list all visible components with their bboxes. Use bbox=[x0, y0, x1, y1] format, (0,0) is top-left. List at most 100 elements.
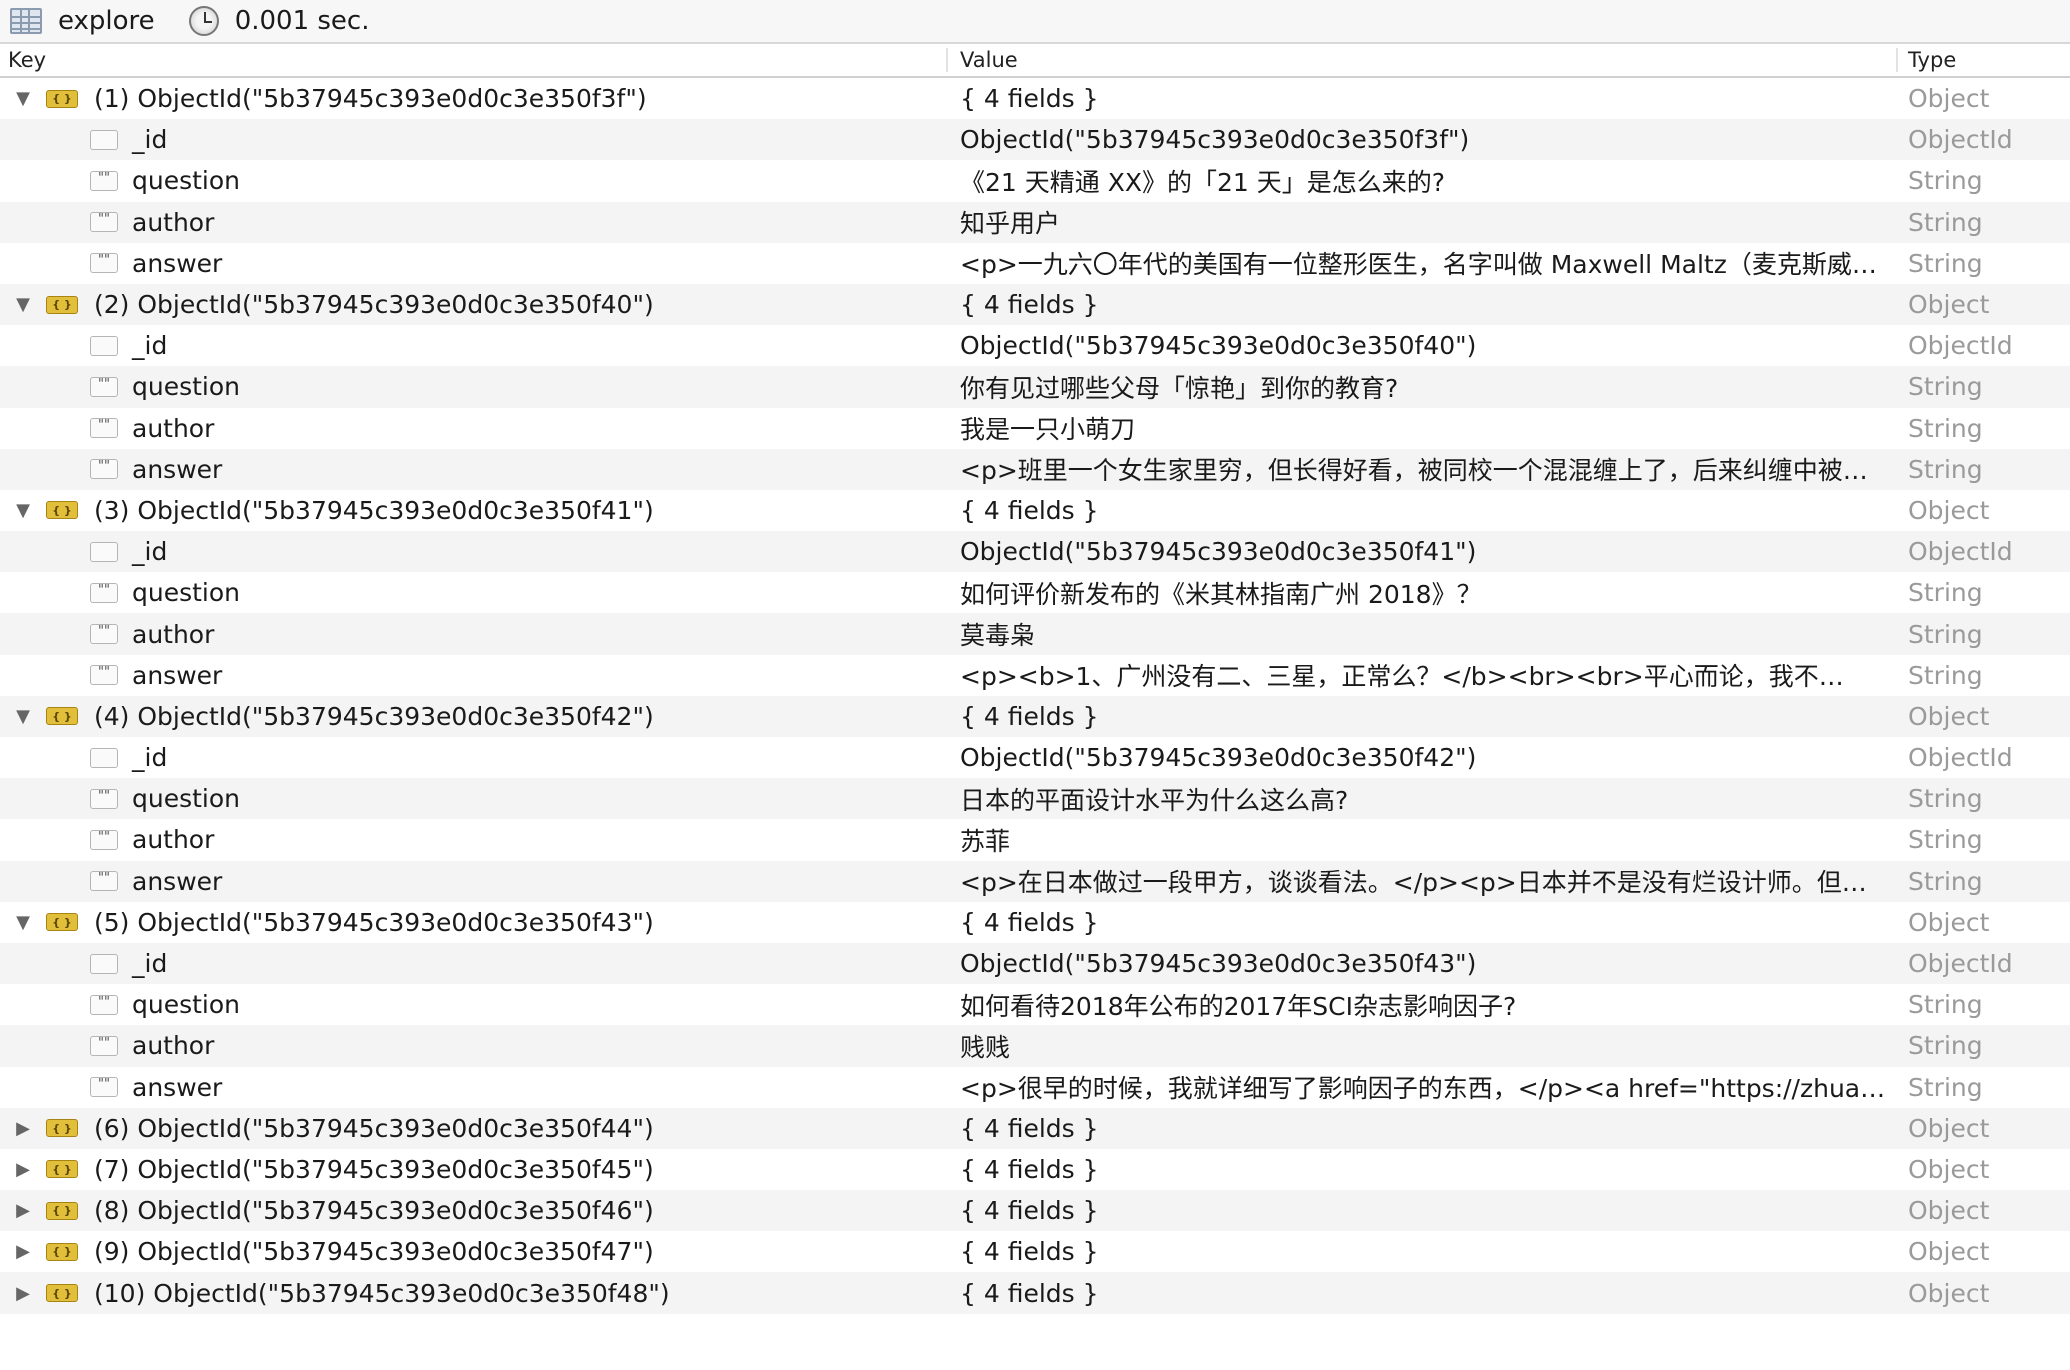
type-cell: String bbox=[1908, 454, 1983, 484]
type-cell: Object bbox=[1908, 1196, 1990, 1226]
field-row[interactable]: _id ObjectId("5b37945c393e0d0c3e350f3f") O… bbox=[0, 119, 2070, 161]
chevron-right-icon[interactable]: ▶ bbox=[0, 1200, 46, 1221]
chevron-right-icon[interactable]: ▶ bbox=[0, 1283, 46, 1304]
string-field-icon: "" bbox=[90, 418, 118, 439]
chevron-down-icon[interactable]: ▼ bbox=[0, 912, 46, 933]
field-row[interactable]: _id ObjectId("5b37945c393e0d0c3e350f43") O… bbox=[0, 942, 2070, 985]
key-label: (8) ObjectId("5b37945c393e0d0c3e350f46") bbox=[94, 1196, 654, 1226]
value-cell: 贱贱 bbox=[960, 1032, 1011, 1062]
chevron-down-icon[interactable]: ▼ bbox=[0, 500, 46, 521]
object-icon: { } bbox=[46, 1160, 78, 1179]
key-cell: "" answer bbox=[0, 249, 946, 278]
column-header-value[interactable]: Value bbox=[946, 48, 1896, 72]
value-cell: 你有见过哪些父母「惊艳」到你的教育? bbox=[960, 373, 1399, 403]
field-row[interactable]: "" question 你有见过哪些父母「惊艳」到你的教育? String bbox=[0, 366, 2070, 408]
column-header: Key Value Type bbox=[0, 44, 2070, 78]
type-cell: Object bbox=[1908, 1278, 1990, 1308]
toolbar: explore 0.001 sec. bbox=[0, 0, 2070, 44]
document-tree: ▼{ } (1) ObjectId("5b37945c393e0d0c3e350f… bbox=[0, 78, 2070, 1314]
objectid-field-icon bbox=[90, 541, 118, 562]
query-timer: 0.001 sec. bbox=[188, 6, 370, 36]
value-cell: <p><b>1、广州没有二、三星，正常么？</b><br><br>平心而论，我不… bbox=[960, 662, 1844, 692]
key-cell: _id bbox=[0, 743, 946, 772]
type-cell: String bbox=[1908, 578, 1983, 608]
chevron-right-icon[interactable]: ▶ bbox=[0, 1118, 46, 1139]
key-label: question bbox=[132, 372, 241, 402]
field-row[interactable]: "" author 贱贱 String bbox=[0, 1025, 2070, 1067]
document-row[interactable]: ▼{ } (1) ObjectId("5b37945c393e0d0c3e350f… bbox=[0, 78, 2070, 119]
type-cell: ObjectId bbox=[1908, 537, 2013, 567]
type-cell: ObjectId bbox=[1908, 743, 2013, 773]
object-icon: { } bbox=[46, 89, 78, 108]
value-cell: <p>很早的时候，我就详细写了影响因子的东西，</p><a href="http… bbox=[960, 1074, 1896, 1104]
document-row[interactable]: ▶{ } (9) ObjectId("5b37945c393e0d0c3e350f… bbox=[0, 1231, 2070, 1272]
object-icon: { } bbox=[46, 501, 78, 520]
chevron-down-icon[interactable]: ▼ bbox=[0, 294, 46, 315]
document-row[interactable]: ▶{ } (10) ObjectId("5b37945c393e0d0c3e350… bbox=[0, 1272, 2070, 1314]
value-cell: 我是一只小萌刀 bbox=[960, 415, 1136, 445]
field-row[interactable]: "" question 日本的平面设计水平为什么这么高? String bbox=[0, 778, 2070, 820]
field-row[interactable]: "" answer <p><b>1、广州没有二、三星，正常么？</b><br><br… bbox=[0, 655, 2070, 696]
field-row[interactable]: "" answer <p>在日本做过一段甲方，谈谈看法。</p><p>日本并不是没有… bbox=[0, 860, 2070, 902]
value-cell: { 4 fields } bbox=[960, 907, 1099, 937]
type-cell: ObjectId bbox=[1908, 331, 2013, 361]
value-cell: 莫毒枭 bbox=[960, 621, 1036, 651]
column-header-key[interactable]: Key bbox=[0, 48, 946, 72]
field-row[interactable]: "" question 如何评价新发布的《米其林指南广州 2018》？ String bbox=[0, 572, 2070, 613]
view-label: explore bbox=[58, 6, 155, 36]
key-label: author bbox=[132, 619, 215, 649]
value-cell: 知乎用户 bbox=[960, 209, 1061, 239]
value-cell: ObjectId("5b37945c393e0d0c3e350f40") bbox=[960, 331, 1477, 361]
value-cell: { 4 fields } bbox=[960, 1154, 1099, 1184]
type-cell: String bbox=[1908, 207, 1983, 237]
key-label: (4) ObjectId("5b37945c393e0d0c3e350f42") bbox=[94, 701, 654, 731]
field-row[interactable]: "" answer <p>班里一个女生家里穷，但长得好看，被同校一个混混缠上了，后来… bbox=[0, 448, 2070, 490]
view-selector[interactable]: explore bbox=[10, 6, 155, 36]
field-row[interactable]: "" author 我是一只小萌刀 String bbox=[0, 408, 2070, 449]
key-label: author bbox=[132, 207, 215, 237]
object-icon: { } bbox=[46, 1201, 78, 1220]
document-row[interactable]: ▼{ } (4) ObjectId("5b37945c393e0d0c3e350f… bbox=[0, 695, 2070, 737]
field-row[interactable]: "" author 知乎用户 String bbox=[0, 201, 2070, 243]
chevron-down-icon[interactable]: ▼ bbox=[0, 706, 46, 727]
key-cell: "" question bbox=[0, 166, 946, 195]
field-row[interactable]: "" author 莫毒枭 String bbox=[0, 613, 2070, 655]
document-row[interactable]: ▼{ } (5) ObjectId("5b37945c393e0d0c3e350f… bbox=[0, 902, 2070, 943]
type-cell: Object bbox=[1908, 701, 1990, 731]
chevron-down-icon[interactable]: ▼ bbox=[0, 88, 46, 109]
key-label: answer bbox=[132, 660, 223, 690]
type-cell: String bbox=[1908, 990, 1983, 1020]
key-label: (7) ObjectId("5b37945c393e0d0c3e350f45") bbox=[94, 1154, 654, 1184]
column-header-type[interactable]: Type bbox=[1896, 48, 2070, 72]
field-row[interactable]: "" answer <p>很早的时候，我就详细写了影响因子的东西，</p><a hr… bbox=[0, 1067, 2070, 1108]
document-row[interactable]: ▶{ } (8) ObjectId("5b37945c393e0d0c3e350f… bbox=[0, 1190, 2070, 1232]
object-icon: { } bbox=[46, 913, 78, 932]
type-cell: Object bbox=[1908, 290, 1990, 320]
field-row[interactable]: "" question 《21 天精通 XX》的「21 天」是怎么来的? String bbox=[0, 160, 2070, 201]
object-icon: { } bbox=[46, 707, 78, 726]
chevron-right-icon[interactable]: ▶ bbox=[0, 1159, 46, 1180]
value-cell: ObjectId("5b37945c393e0d0c3e350f42") bbox=[960, 743, 1477, 773]
type-cell: Object bbox=[1908, 495, 1990, 525]
field-row[interactable]: "" question 如何看待2018年公布的2017年SCI杂志影响因子? Str… bbox=[0, 984, 2070, 1025]
key-label: answer bbox=[132, 454, 223, 484]
field-row[interactable]: _id ObjectId("5b37945c393e0d0c3e350f42") O… bbox=[0, 737, 2070, 778]
key-cell: ▶{ } (10) ObjectId("5b37945c393e0d0c3e350… bbox=[0, 1279, 946, 1308]
string-field-icon: "" bbox=[90, 253, 118, 274]
type-cell: String bbox=[1908, 619, 1983, 649]
key-label: (1) ObjectId("5b37945c393e0d0c3e350f3f") bbox=[94, 84, 647, 114]
document-row[interactable]: ▶{ } (6) ObjectId("5b37945c393e0d0c3e350f… bbox=[0, 1107, 2070, 1149]
key-label: (3) ObjectId("5b37945c393e0d0c3e350f41") bbox=[94, 495, 654, 525]
objectid-field-icon bbox=[90, 747, 118, 768]
field-row[interactable]: _id ObjectId("5b37945c393e0d0c3e350f40") O… bbox=[0, 325, 2070, 366]
elapsed-time: 0.001 sec. bbox=[234, 6, 370, 36]
field-row[interactable]: _id ObjectId("5b37945c393e0d0c3e350f41") O… bbox=[0, 531, 2070, 573]
document-row[interactable]: ▼{ } (2) ObjectId("5b37945c393e0d0c3e350f… bbox=[0, 283, 2070, 326]
document-row[interactable]: ▶{ } (7) ObjectId("5b37945c393e0d0c3e350f… bbox=[0, 1149, 2070, 1190]
chevron-right-icon[interactable]: ▶ bbox=[0, 1241, 46, 1262]
string-field-icon: "" bbox=[90, 788, 118, 809]
field-row[interactable]: "" answer <p>一九六〇年代的美国有一位整形医生，名字叫做 Maxwell… bbox=[0, 243, 2070, 284]
field-row[interactable]: "" author 苏菲 String bbox=[0, 819, 2070, 860]
document-row[interactable]: ▼{ } (3) ObjectId("5b37945c393e0d0c3e350f… bbox=[0, 490, 2070, 531]
key-cell: "" author bbox=[0, 208, 946, 237]
